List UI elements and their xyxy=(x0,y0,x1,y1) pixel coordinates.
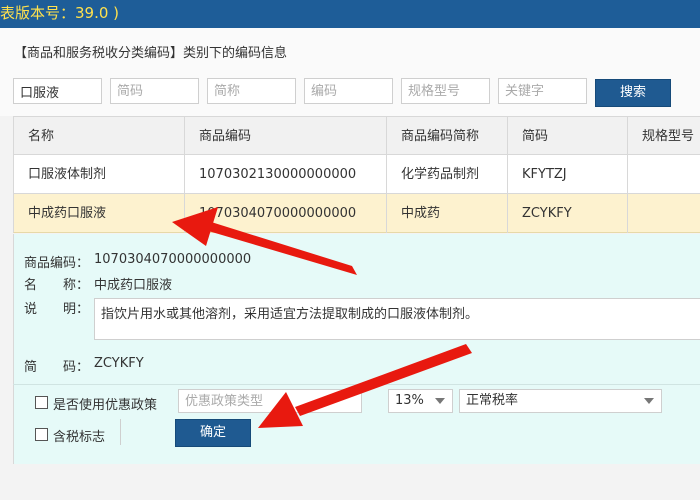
arrow-to-confirm-button-icon xyxy=(258,344,472,428)
annotation-arrows xyxy=(172,207,472,428)
arrow-to-selected-row-icon xyxy=(172,207,357,275)
